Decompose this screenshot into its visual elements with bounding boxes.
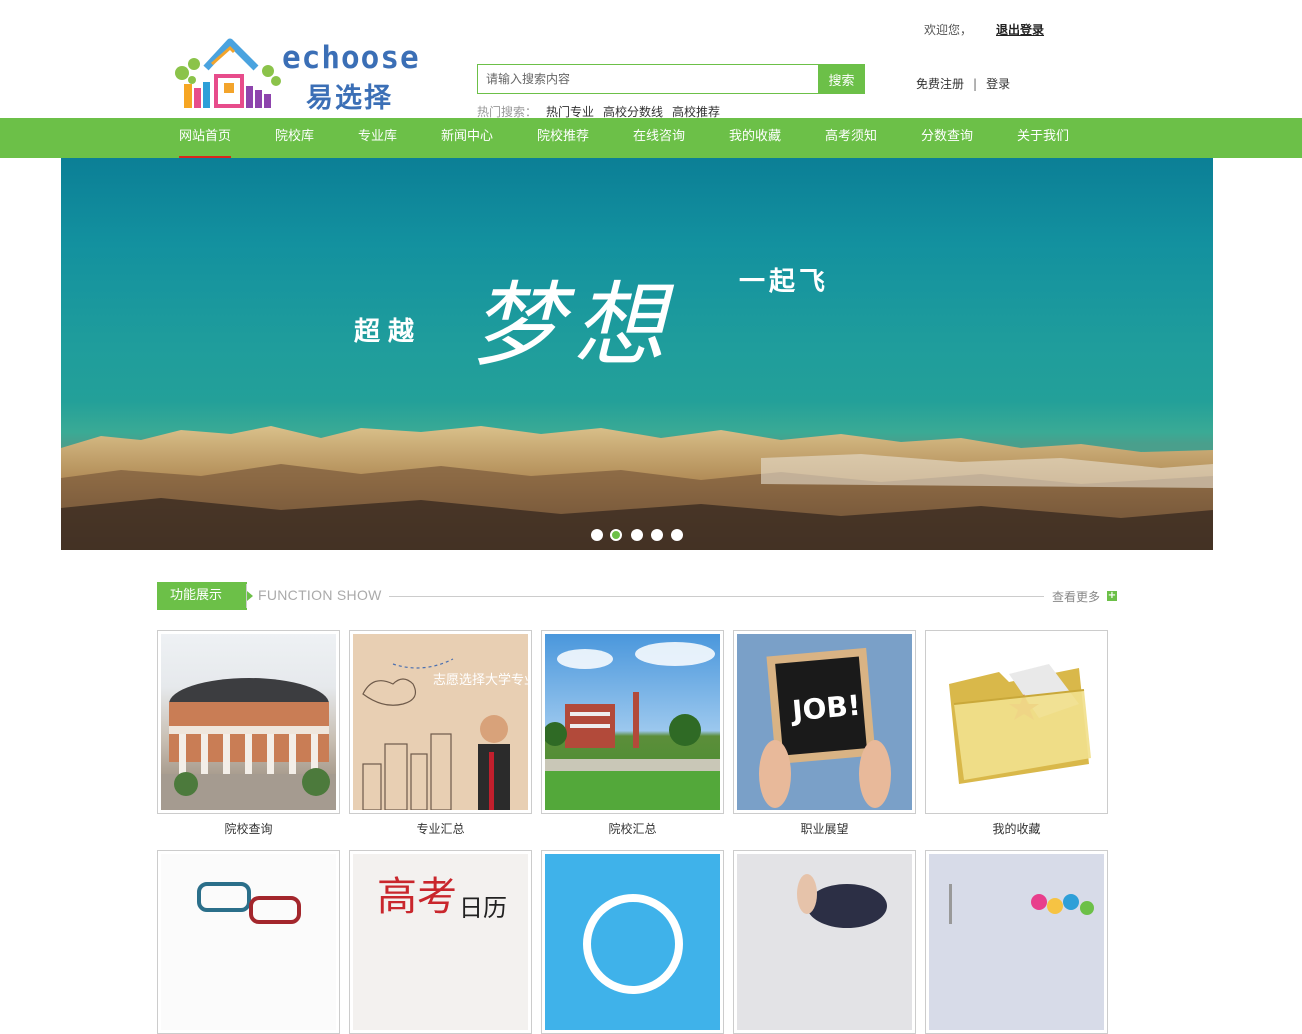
vr-headset-photo	[737, 854, 912, 1030]
yellow-folder-icon	[929, 634, 1104, 810]
card-overlay-text: 高考	[377, 874, 457, 920]
hero-banner[interactable]: 超越 梦想 一起飞	[61, 158, 1213, 550]
card-label-career-outlook[interactable]: 职业展望	[733, 820, 916, 837]
blue-circle-icon	[545, 854, 720, 1030]
account-links: 免费注册 | 登录	[916, 75, 1010, 92]
site-logo[interactable]: echoose 易选择	[172, 36, 428, 114]
colorful-chart-photo	[929, 854, 1104, 1030]
card-row2-5[interactable]	[925, 850, 1108, 1034]
nav-gaokao-guide[interactable]: 高考须知	[825, 118, 877, 158]
card-row2-1[interactable]	[157, 850, 340, 1034]
search-button[interactable]: 搜索	[818, 64, 865, 94]
nav-favorites[interactable]: 我的收藏	[729, 118, 781, 158]
card-label-school-summary[interactable]: 院校汇总	[541, 820, 724, 837]
search-input[interactable]	[477, 64, 818, 94]
nav-online-consult[interactable]: 在线咨询	[633, 118, 685, 158]
card-label-school-query[interactable]: 院校查询	[157, 820, 340, 837]
hot-link-score[interactable]: 高校分数线	[603, 105, 663, 119]
campus-building-photo	[161, 634, 336, 810]
see-more-link[interactable]: 查看更多	[1052, 588, 1100, 605]
plus-icon[interactable]: +	[1107, 591, 1117, 601]
sketch-boy-telescope: 志愿选择大学专业	[353, 634, 528, 810]
gaokao-calendar: 高考 日历	[353, 854, 528, 1030]
slide-dot-4[interactable]	[651, 529, 663, 541]
slide-dot-5[interactable]	[671, 529, 683, 541]
card-row2-2[interactable]: 高考 日历	[349, 850, 532, 1034]
account-separator: |	[973, 77, 978, 91]
card-school-query[interactable]	[157, 630, 340, 814]
main-nav: 网站首页 院校库 专业库 新闻中心 院校推荐 在线咨询 我的收藏 高考须知 分数…	[0, 118, 1302, 158]
login-link[interactable]: 登录	[986, 77, 1010, 91]
svg-text:日历: 日历	[459, 894, 507, 922]
section-title: 功能展示	[157, 582, 253, 610]
section-rule	[389, 596, 1044, 597]
card-school-summary[interactable]	[541, 630, 724, 814]
slide-dot-1[interactable]	[591, 529, 603, 541]
section-title-en: FUNCTION SHOW	[258, 587, 382, 603]
banner-text-right: 一起飞	[739, 267, 830, 297]
card-row2-3[interactable]	[541, 850, 724, 1034]
hot-link-recommend[interactable]: 高校推荐	[672, 105, 720, 119]
nav-home[interactable]: 网站首页	[179, 118, 232, 158]
nav-about[interactable]: 关于我们	[1017, 118, 1069, 158]
house-logo-icon	[175, 38, 281, 108]
section-divider	[246, 584, 247, 608]
welcome-text: 欢迎您，	[924, 23, 973, 37]
card-label-major-summary[interactable]: 专业汇总	[349, 820, 532, 837]
logout-link[interactable]: 退出登录	[996, 21, 1044, 38]
slide-dot-2[interactable]	[610, 529, 622, 541]
logo-text-en: echoose	[282, 40, 420, 76]
job-chalkboard-photo: JOB!	[737, 634, 912, 810]
hot-search-label: 热门搜索：	[477, 105, 538, 119]
banner-text-main: 梦想	[471, 272, 676, 379]
campus-lawn-photo	[545, 634, 720, 810]
banner-text-left: 超越	[354, 317, 423, 347]
card-major-summary[interactable]: 志愿选择大学专业	[349, 630, 532, 814]
register-link[interactable]: 免费注册	[916, 77, 964, 91]
nav-school-recommend[interactable]: 院校推荐	[537, 118, 589, 158]
nav-score-query[interactable]: 分数查询	[921, 118, 973, 158]
card-row2-4[interactable]	[733, 850, 916, 1034]
card-overlay-text: JOB!	[789, 689, 862, 728]
card-label-my-favorites[interactable]: 我的收藏	[925, 820, 1108, 837]
slide-dot-3[interactable]	[631, 529, 643, 541]
card-overlay-text: 志愿选择大学专业	[433, 672, 528, 688]
card-career-outlook[interactable]: JOB!	[733, 630, 916, 814]
nav-schools[interactable]: 院校库	[275, 118, 314, 158]
card-my-favorites[interactable]	[925, 630, 1108, 814]
page-header: echoose 易选择 搜索 热门搜索： 热门专业高校分数线高校推荐 欢迎您， 退…	[0, 0, 1302, 119]
hot-link-major[interactable]: 热门专业	[546, 105, 594, 119]
logo-text-cn: 易选择	[306, 83, 393, 114]
search-bar: 搜索	[477, 64, 865, 94]
speech-bubbles-sketch	[161, 854, 336, 1030]
nav-majors[interactable]: 专业库	[358, 118, 397, 158]
nav-news[interactable]: 新闻中心	[441, 118, 493, 158]
